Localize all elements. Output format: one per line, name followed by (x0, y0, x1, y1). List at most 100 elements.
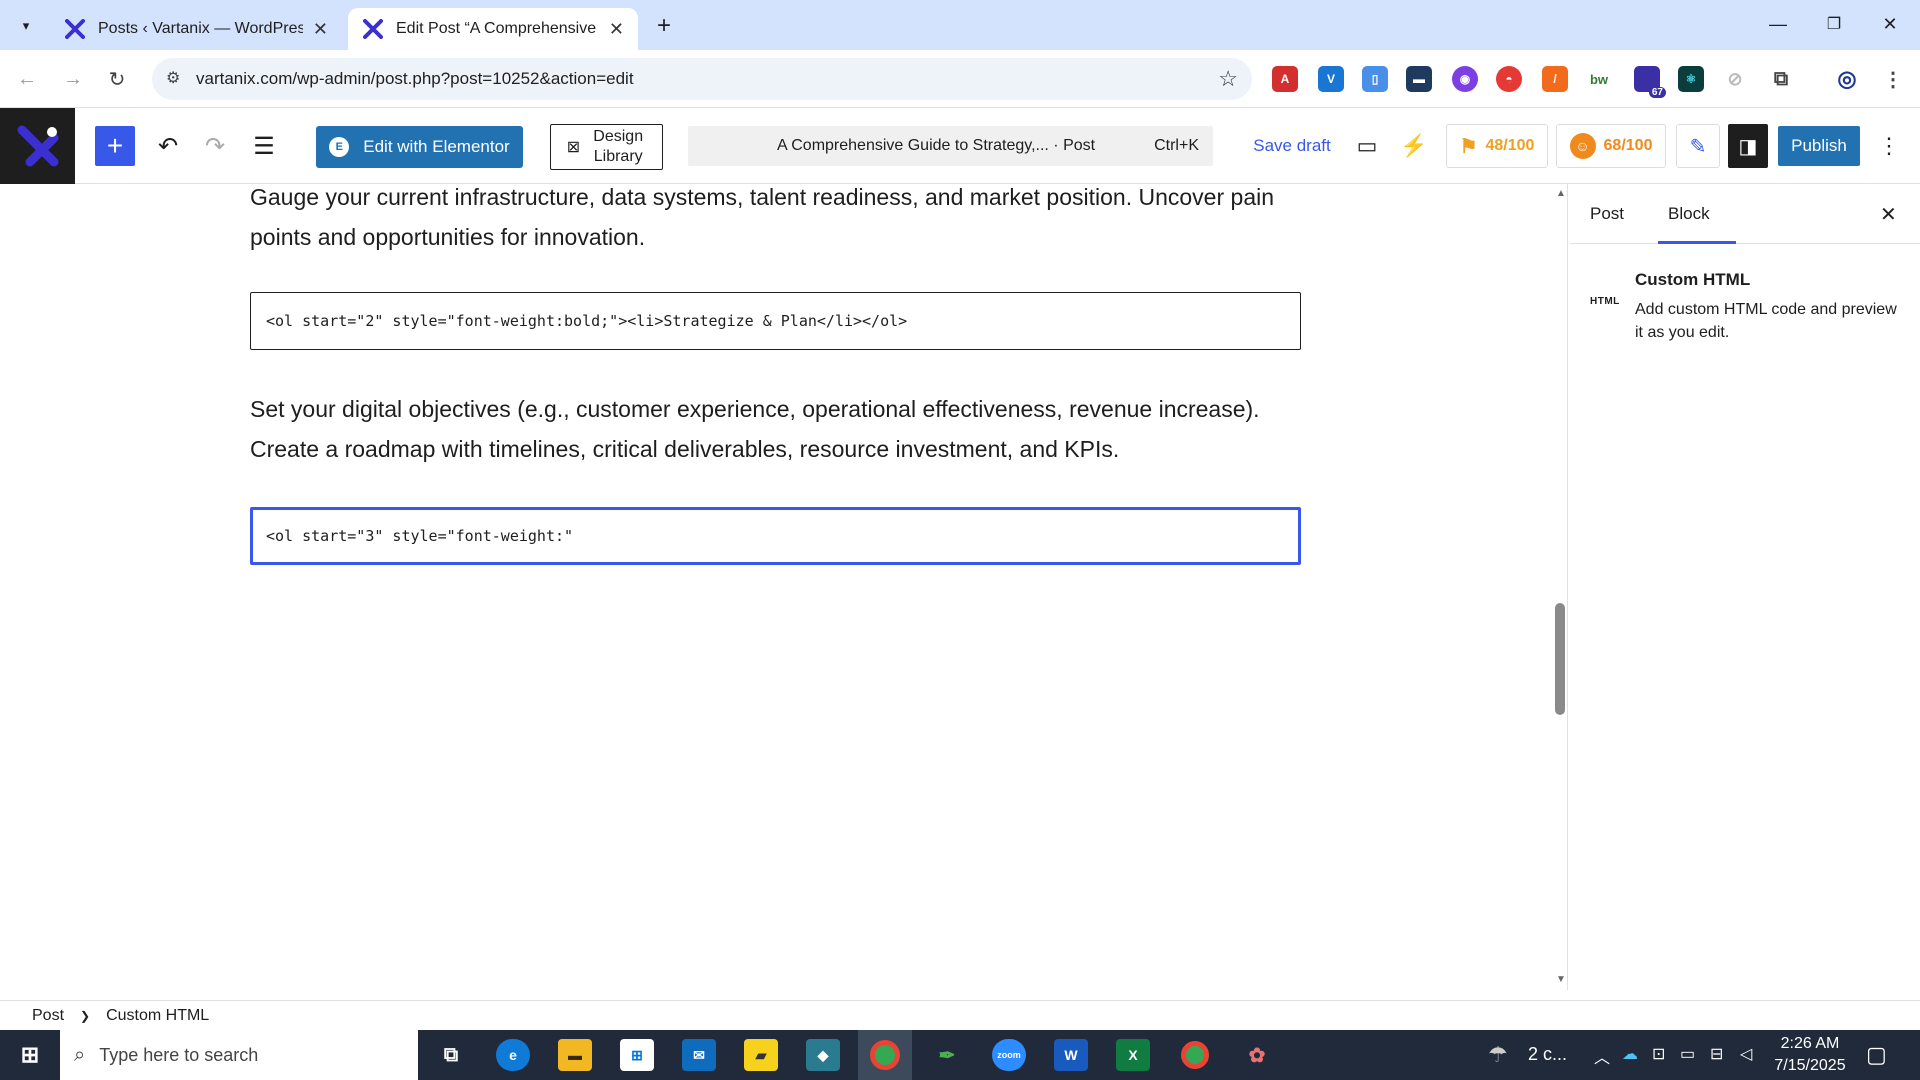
chrome-profile-icon[interactable] (1178, 1039, 1212, 1071)
extensions-puzzle-icon[interactable]: ⧉ (1768, 66, 1794, 92)
tab-close-icon[interactable]: ✕ (609, 19, 624, 40)
ai-assistant-icon[interactable]: ✎ (1676, 124, 1720, 168)
store-icon[interactable]: ⊞ (620, 1039, 654, 1071)
weather-icon[interactable]: ☂ (1488, 1042, 1508, 1068)
file-explorer-icon[interactable]: ▬ (558, 1039, 592, 1071)
notifications-icon[interactable]: ▢ (1866, 1042, 1887, 1068)
reload-icon[interactable]: ↻ (100, 62, 134, 96)
command-palette-bar[interactable]: A Comprehensive Guide to Strategy,... · … (688, 126, 1213, 166)
close-sidebar-icon[interactable]: ✕ (1880, 202, 1897, 227)
task-view-icon[interactable]: ⧉ (434, 1039, 468, 1071)
pokeball-extension-icon[interactable]: ◓ (1496, 66, 1522, 92)
site-logo[interactable] (0, 108, 75, 184)
clipboard-extension-icon[interactable]: ▯ (1362, 66, 1388, 92)
taskbar-search-box[interactable]: ⌕ Type here to search (60, 1030, 418, 1080)
ai-extension-icon[interactable]: / (1542, 66, 1568, 92)
react-extension-icon[interactable]: ⚛ (1678, 66, 1704, 92)
readability-score-button[interactable]: ☺ 68/100 (1556, 124, 1666, 168)
tab-block[interactable]: Block (1658, 184, 1736, 244)
chrome-active-icon[interactable] (858, 1030, 912, 1080)
readability-score-value: 68/100 (1603, 137, 1653, 154)
minimize-icon[interactable]: — (1756, 8, 1800, 40)
html-code-text[interactable]: <ol start="2" style="font-weight:bold;">… (266, 312, 907, 330)
clock[interactable]: 2:26 AM 7/15/2025 (1766, 1033, 1854, 1077)
zoom-icon[interactable]: zoom (992, 1039, 1026, 1071)
word-icon[interactable]: W (1054, 1039, 1088, 1071)
address-bar[interactable]: ⚙ vartanix.com/wp-admin/post.php?post=10… (152, 58, 1252, 100)
color-extension-icon[interactable]: ◉ (1452, 66, 1478, 92)
save-draft-button[interactable]: Save draft (1240, 128, 1344, 164)
profile-avatar-icon[interactable]: ◎ (1834, 66, 1860, 92)
paragraph-block[interactable]: Set your digital objectives (e.g., custo… (250, 389, 1300, 469)
bw-extension-icon[interactable]: bw (1586, 66, 1612, 92)
app-icon[interactable]: ◆ (806, 1039, 840, 1071)
restore-icon[interactable]: ❐ (1812, 8, 1856, 40)
forward-icon[interactable]: → (56, 62, 90, 96)
paragraph-block[interactable]: Gauge your current infrastructure, data … (250, 177, 1300, 257)
block-description: Add custom HTML code and preview it as y… (1635, 301, 1897, 341)
shield-extension-icon[interactable]: V (1318, 66, 1344, 92)
pdf-extension-icon[interactable]: A (1272, 66, 1298, 92)
editor-canvas: Gauge your current infrastructure, data … (0, 184, 1568, 990)
site-info-icon[interactable]: ⚙ (166, 68, 180, 88)
scroll-up-icon[interactable]: ▲ (1556, 188, 1566, 199)
document-overview-icon[interactable]: ☰ (246, 128, 282, 164)
windows-start-icon[interactable]: ⊞ (12, 1039, 48, 1071)
sticky-notes-icon[interactable]: ▰ (744, 1039, 778, 1071)
breadcrumb-root[interactable]: Post (32, 1007, 64, 1025)
pen-app-icon[interactable]: ✒ (930, 1039, 964, 1071)
volume-icon[interactable]: ◁ (1740, 1044, 1752, 1064)
search-placeholder: Type here to search (99, 1044, 259, 1065)
weather-text[interactable]: 2 c... (1528, 1044, 1567, 1065)
options-menu-icon[interactable]: ⋮ (1872, 128, 1906, 164)
tab-search-icon[interactable]: ▾ (12, 12, 40, 40)
back-icon[interactable]: ← (10, 62, 44, 96)
preview-icon[interactable]: ▭ (1350, 128, 1384, 164)
search-icon: ⌕ (74, 1043, 86, 1066)
redo-icon[interactable]: ↷ (197, 128, 233, 164)
settings-sidebar-toggle-icon[interactable]: ◨ (1728, 124, 1768, 168)
edge-icon[interactable]: e (496, 1039, 530, 1071)
tab-title: Edit Post “A Comprehensive Gu (396, 20, 599, 37)
mail-icon[interactable]: ✉ (682, 1039, 716, 1071)
onedrive-icon[interactable]: ☁ (1622, 1044, 1638, 1064)
chevron-up-icon[interactable]: ︿ (1594, 1044, 1610, 1068)
seo-score-button[interactable]: ⚑ 48/100 (1446, 124, 1548, 168)
chrome-menu-icon[interactable]: ⋮ (1880, 66, 1906, 92)
clock-time: 2:26 AM (1780, 1035, 1840, 1052)
settings-sidebar: Post Block ✕ HTML Custom HTML Add custom… (1570, 184, 1920, 990)
undo-icon[interactable]: ↶ (150, 128, 186, 164)
custom-html-block-active[interactable]: <ol start="3" style="font-weight:" (250, 507, 1301, 565)
block-inserter-button[interactable]: + (95, 126, 135, 166)
breadcrumb-current[interactable]: Custom HTML (106, 1007, 209, 1025)
canvas-scrollbar[interactable]: ▲ ▼ (1552, 184, 1568, 990)
graduation-extension-icon[interactable]: 67 (1634, 66, 1666, 98)
network-icon[interactable]: ⊟ (1710, 1044, 1723, 1064)
bookmark-star-icon[interactable]: ☆ (1218, 66, 1238, 92)
publish-button[interactable]: Publish (1778, 126, 1860, 166)
folder-extension-icon[interactable]: ▬ (1406, 66, 1432, 92)
close-window-icon[interactable]: ✕ (1868, 8, 1912, 40)
tab-edit-post[interactable]: Edit Post “A Comprehensive Gu ✕ (348, 8, 638, 50)
design-library-button[interactable]: ⊠ Design Library (550, 124, 663, 170)
compass-extension-icon[interactable]: ⊘ (1722, 66, 1748, 92)
scroll-down-icon[interactable]: ▼ (1556, 974, 1566, 985)
block-breadcrumb: Post ❯ Custom HTML (0, 1000, 1920, 1030)
tab-posts[interactable]: Posts ‹ Vartanix — WordPress ✕ (50, 8, 342, 50)
camera-icon[interactable]: ⊡ (1652, 1044, 1665, 1064)
new-tab-icon[interactable]: + (650, 12, 678, 40)
performance-icon[interactable]: ⚡ (1397, 128, 1431, 164)
tab-close-icon[interactable]: ✕ (313, 19, 328, 40)
html-code-input[interactable]: <ol start="3" style="font-weight:" (266, 527, 573, 545)
browser-tab-strip: ▾ Posts ‹ Vartanix — WordPress ✕ Edit Po… (0, 0, 1920, 50)
vartanix-favicon-icon (362, 18, 384, 40)
tab-post[interactable]: Post (1590, 204, 1624, 224)
paint-app-icon[interactable]: ✿ (1240, 1039, 1274, 1071)
battery-icon[interactable]: ▭ (1680, 1044, 1695, 1064)
scrollbar-thumb[interactable] (1555, 603, 1565, 715)
custom-html-block[interactable]: <ol start="2" style="font-weight:bold;">… (250, 292, 1301, 350)
edit-with-elementor-button[interactable]: E Edit with Elementor (316, 126, 523, 168)
elementor-label: Edit with Elementor (363, 137, 510, 156)
vartanix-logo-icon (17, 125, 58, 167)
excel-icon[interactable]: X (1116, 1039, 1150, 1071)
